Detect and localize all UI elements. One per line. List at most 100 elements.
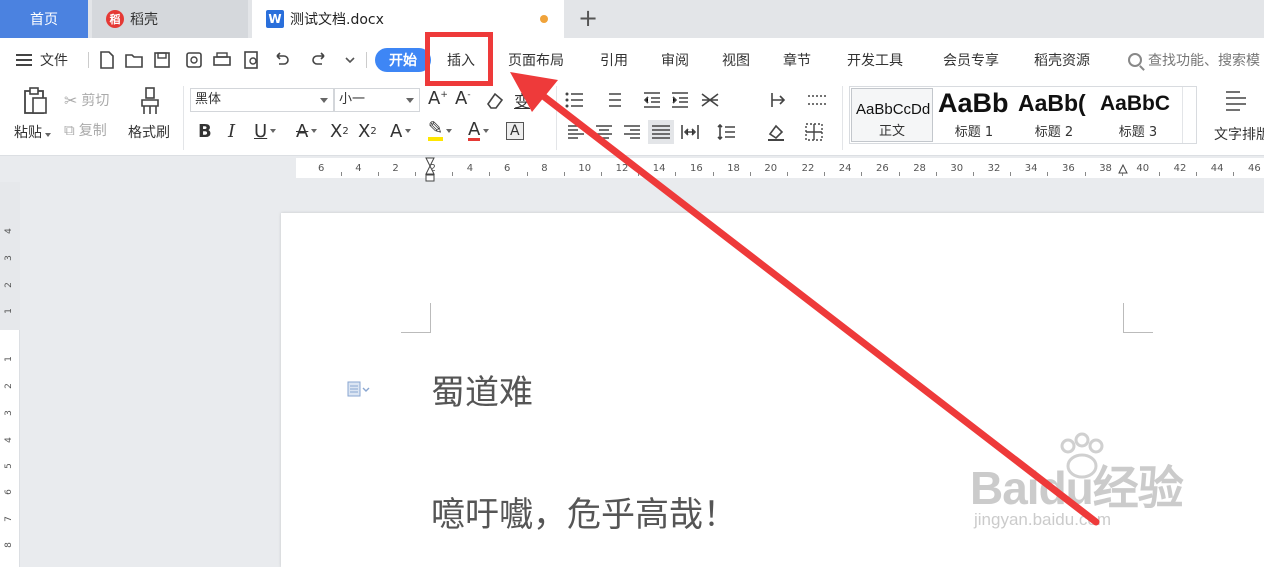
export-pdf-icon[interactable] bbox=[184, 50, 204, 70]
increase-indent-icon[interactable] bbox=[670, 90, 690, 110]
text-effect-icon[interactable]: A bbox=[390, 120, 412, 142]
char-border-icon[interactable]: A bbox=[506, 120, 524, 142]
ruler-tick-mark bbox=[601, 172, 602, 176]
align-right-icon[interactable] bbox=[622, 122, 642, 142]
font-color-icon[interactable]: A bbox=[468, 120, 490, 142]
chinese-layout-icon[interactable] bbox=[700, 90, 720, 110]
undo-icon[interactable] bbox=[271, 50, 291, 70]
paste-label: 粘贴 bbox=[14, 125, 42, 141]
ruler-tick-mark bbox=[340, 172, 342, 176]
borders-icon[interactable] bbox=[804, 122, 824, 142]
customize-toolbar-icon[interactable] bbox=[340, 50, 360, 70]
show-marks-icon[interactable] bbox=[806, 90, 830, 110]
save-icon[interactable] bbox=[152, 50, 172, 70]
ruler-tick-mark bbox=[1010, 172, 1012, 176]
paste-icon[interactable] bbox=[20, 86, 50, 116]
open-folder-icon[interactable] bbox=[124, 50, 144, 70]
horizontal-ruler[interactable]: 6 4 2 2 4 6 8 10 12 14 16 18 20 22 24 26 28 30 32 34 36 38 40 4… bbox=[0, 156, 1264, 182]
feature-search[interactable]: 查找功能、搜索模 bbox=[1128, 50, 1260, 70]
style-gallery: AaBbCcDd 正文 AaBb 标题 1 AaBb( 标题 2 AaBbC 标… bbox=[849, 86, 1197, 144]
ruler-tick-mark bbox=[973, 172, 974, 176]
bold-icon[interactable]: B bbox=[198, 120, 212, 142]
baidu-jingyan-watermark: Baidu经验 jingyan.baidu.com bbox=[970, 432, 1210, 542]
text-layout-button[interactable]: 文字排版 bbox=[1208, 86, 1264, 146]
style-heading-1[interactable]: AaBb 标题 1 bbox=[934, 88, 1014, 142]
tab-view[interactable]: 视图 bbox=[722, 50, 750, 70]
style-name: 正文 bbox=[878, 124, 905, 139]
tab-daoke[interactable]: 稻 稻壳 bbox=[92, 0, 248, 38]
format-painter-icon[interactable] bbox=[138, 86, 162, 116]
new-tab-plus-icon[interactable]: + bbox=[574, 4, 602, 32]
search-icon bbox=[1128, 53, 1142, 67]
new-document-icon[interactable] bbox=[97, 50, 117, 70]
vertical-ruler[interactable]: 4 3 2 1 1 2 3 4 5 6 7 8 bbox=[0, 182, 20, 567]
underline-icon[interactable]: U bbox=[254, 120, 277, 142]
menu-bar: 文件 开始 插入 页面布局 引用 审阅 视图 章节 开发工具 会员专享 稻壳资源… bbox=[0, 38, 1264, 80]
writer-doc-icon: W bbox=[266, 10, 284, 28]
text-layout-label: 文字排版 bbox=[1214, 127, 1264, 143]
ruler-tick-label: 44 bbox=[1210, 163, 1224, 174]
bullet-list-icon[interactable] bbox=[564, 90, 584, 110]
tab-page-layout[interactable]: 页面布局 bbox=[508, 50, 564, 70]
justify-icon[interactable] bbox=[648, 120, 674, 144]
tab-home[interactable]: 首页 bbox=[0, 0, 88, 38]
grow-font-icon[interactable]: A+ bbox=[428, 88, 448, 109]
daoke-logo-icon: 稻 bbox=[106, 10, 124, 28]
highlight-icon[interactable]: ✎ bbox=[428, 120, 453, 142]
ruler-tick-mark bbox=[935, 172, 937, 176]
ruler-tick-mark bbox=[712, 172, 714, 176]
style-normal[interactable]: AaBbCcDd 正文 bbox=[851, 88, 933, 142]
copy-button[interactable]: ⧉ 复制 bbox=[64, 120, 107, 140]
tab-daoke-resources[interactable]: 稻壳资源 bbox=[1034, 50, 1090, 70]
tab-developer[interactable]: 开发工具 bbox=[847, 50, 903, 70]
redo-icon[interactable] bbox=[310, 50, 330, 70]
text-direction-icon[interactable] bbox=[768, 90, 788, 110]
numbered-list-icon[interactable] bbox=[602, 90, 622, 110]
indent-marker-icon[interactable] bbox=[425, 156, 435, 182]
subscript-icon[interactable]: X2 bbox=[358, 120, 377, 142]
font-size-select[interactable]: 小一 bbox=[334, 88, 420, 112]
style-sample: AaBbCcDd bbox=[856, 101, 931, 118]
ruler-tick-label: 36 bbox=[1062, 163, 1075, 174]
shading-icon[interactable] bbox=[766, 122, 786, 142]
italic-icon[interactable]: I bbox=[228, 120, 235, 142]
cut-button[interactable]: ✂ 剪切 bbox=[64, 90, 109, 110]
ruler-tick-label: 24 bbox=[838, 163, 852, 174]
tab-document-label: 测试文档.docx bbox=[290, 12, 384, 28]
tab-start[interactable]: 开始 bbox=[375, 48, 431, 72]
paragraph-handle-icon[interactable] bbox=[347, 381, 371, 400]
style-heading-3[interactable]: AaBbC 标题 3 bbox=[1096, 88, 1180, 142]
shrink-font-icon[interactable]: A- bbox=[455, 88, 471, 109]
tab-start-label: 开始 bbox=[389, 53, 417, 69]
tab-bar: 首页 稻 稻壳 W 测试文档.docx + bbox=[0, 0, 1264, 38]
file-menu-button[interactable]: 文件 bbox=[16, 50, 68, 70]
font-name-select[interactable]: 黑体 bbox=[190, 88, 334, 112]
style-gallery-scroll[interactable] bbox=[1182, 87, 1196, 143]
clear-format-icon[interactable] bbox=[485, 90, 505, 110]
print-preview-icon[interactable] bbox=[242, 50, 262, 70]
align-center-icon[interactable] bbox=[594, 122, 614, 142]
line-spacing-icon[interactable] bbox=[716, 122, 736, 142]
tab-section[interactable]: 章节 bbox=[783, 50, 811, 70]
print-icon[interactable] bbox=[212, 50, 232, 70]
ruler-tick-label: 38 bbox=[1099, 163, 1112, 174]
unsaved-indicator-icon bbox=[540, 15, 548, 23]
ruler-tick-label: 32 bbox=[987, 163, 1001, 174]
ruler-tick-label: 28 bbox=[913, 163, 926, 174]
tab-review[interactable]: 审阅 bbox=[661, 50, 689, 70]
distribute-icon[interactable] bbox=[680, 122, 700, 142]
decrease-indent-icon[interactable] bbox=[642, 90, 662, 110]
tab-references[interactable]: 引用 bbox=[600, 50, 628, 70]
strikethrough-icon[interactable]: A bbox=[296, 120, 318, 142]
ruler-tick-label: 1 bbox=[3, 356, 14, 362]
tab-document[interactable]: W 测试文档.docx bbox=[252, 0, 564, 38]
format-painter-button[interactable]: 格式刷 bbox=[128, 122, 170, 142]
tab-member[interactable]: 会员专享 bbox=[943, 50, 999, 70]
ruler-tick-label: 7 bbox=[3, 516, 14, 522]
right-indent-marker-icon[interactable] bbox=[1118, 160, 1128, 174]
paste-button[interactable]: 粘贴 bbox=[14, 122, 51, 142]
align-left-icon[interactable] bbox=[566, 122, 586, 142]
style-heading-2[interactable]: AaBb( 标题 2 bbox=[1014, 88, 1094, 142]
phonetic-guide-icon[interactable]: 变 bbox=[514, 88, 530, 112]
superscript-icon[interactable]: X2 bbox=[330, 120, 349, 142]
